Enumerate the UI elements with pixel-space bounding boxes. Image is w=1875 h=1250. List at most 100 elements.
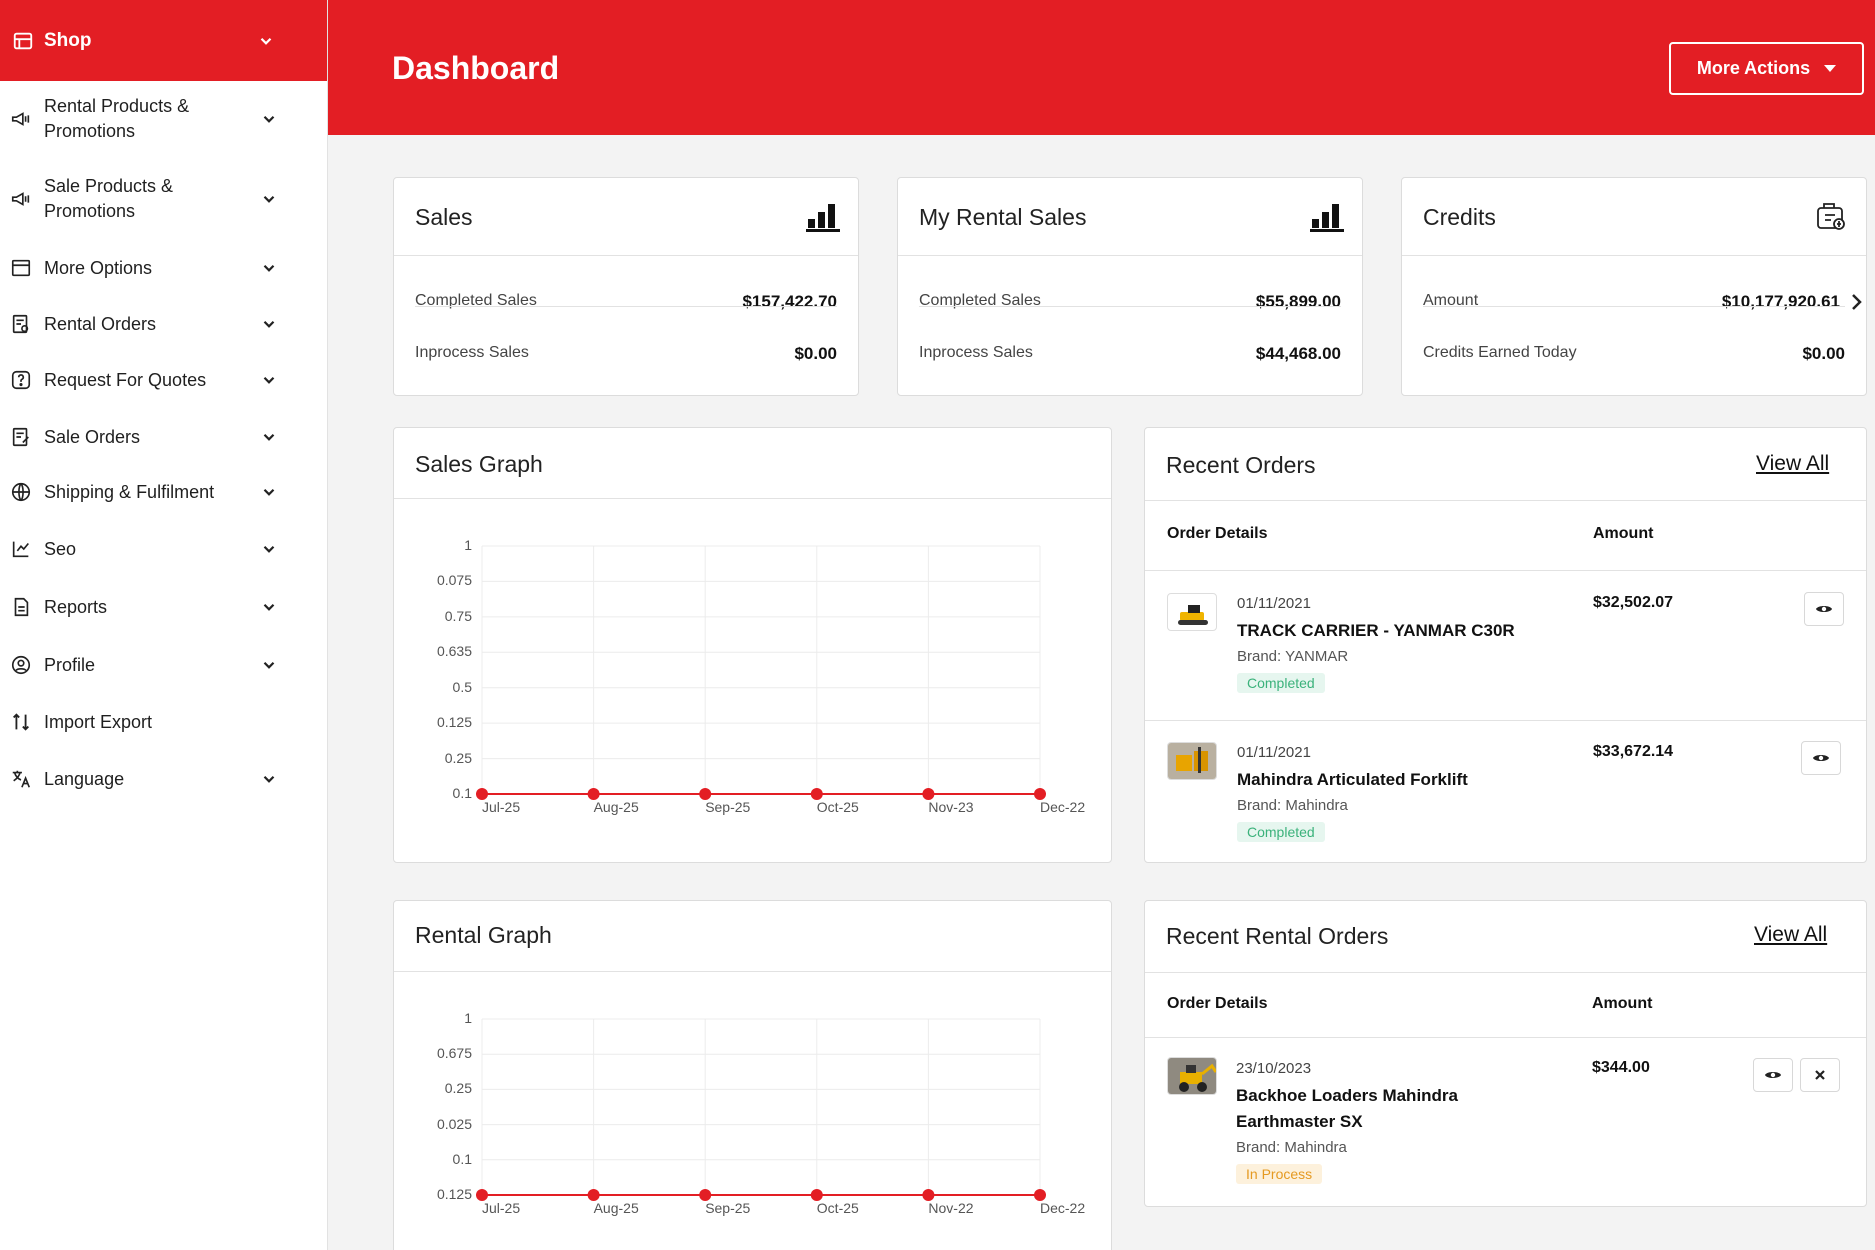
inprocess-sales-row: Inprocess Sales $44,468.00 — [919, 344, 1341, 364]
bar-chart-icon — [1310, 204, 1344, 232]
sidebar-item-rental-orders[interactable]: Rental Orders — [0, 309, 328, 339]
megaphone-icon — [11, 112, 30, 126]
report-icon — [14, 597, 29, 617]
sidebar-item-import-export[interactable]: Import Export — [0, 707, 328, 737]
sidebar-item-rental-products[interactable]: Rental Products & Promotions — [0, 92, 328, 146]
credits-card: Credits Amount $10,177,920.61 Credits Ea… — [1401, 177, 1867, 396]
column-header-details: Order Details — [1167, 525, 1268, 542]
y-tick-label: 0.125 — [436, 714, 472, 731]
y-tick-label: 0.075 — [436, 572, 472, 589]
y-tick-label: 0.025 — [436, 1115, 472, 1132]
sidebar-item-seo[interactable]: Seo — [0, 534, 328, 564]
divider — [1145, 1037, 1866, 1038]
chevron-down-icon[interactable] — [260, 259, 278, 277]
column-header-amount: Amount — [1593, 525, 1654, 542]
recent-orders-panel: Recent Orders View All Order Details Amo… — [1144, 427, 1867, 863]
row-value: $0.00 — [1802, 344, 1845, 363]
chevron-down-icon[interactable] — [260, 110, 278, 128]
sidebar-item-label: Rental Products & Promotions — [44, 96, 190, 141]
megaphone-icon — [11, 192, 30, 206]
chevron-down-icon[interactable] — [260, 770, 278, 788]
shop-icon — [13, 32, 33, 49]
x-tick-label: Sep-25 — [705, 799, 751, 815]
view-order-button[interactable] — [1804, 592, 1844, 626]
row-label: Completed Sales — [415, 292, 537, 309]
seo-icon — [12, 541, 29, 558]
sidebar-item-shop[interactable]: Shop — [0, 0, 327, 81]
completed-sales-row: Completed Sales $157,422.70 — [415, 292, 837, 312]
sidebar-item-sale-orders[interactable]: Sale Orders — [0, 422, 328, 452]
order-product-name: TRACK CARRIER - YANMAR C30R — [1237, 621, 1515, 640]
view-all-link[interactable]: View All — [1754, 923, 1827, 947]
sidebar-item-language[interactable]: Language — [0, 764, 328, 794]
chevron-down-icon[interactable] — [260, 540, 278, 558]
more-actions-button[interactable]: More Actions — [1669, 42, 1864, 95]
language-icon — [12, 770, 31, 788]
chevron-down-icon[interactable] — [260, 656, 278, 674]
sidebar-item-profile[interactable]: Profile — [0, 650, 328, 680]
card-title: Sales — [415, 204, 473, 230]
credits-earned-row: Credits Earned Today $0.00 — [1423, 344, 1845, 364]
sidebar-item-label: Language — [44, 768, 125, 789]
chevron-down-icon[interactable] — [260, 428, 278, 446]
order-date: 23/10/2023 — [1236, 1060, 1312, 1077]
y-tick-label: 0.25 — [444, 749, 472, 766]
x-tick-label: Aug-25 — [593, 799, 639, 815]
sidebar-item-reports[interactable]: Reports — [0, 592, 328, 622]
y-tick-label: 1 — [464, 537, 472, 553]
chevron-down-icon[interactable] — [260, 190, 278, 208]
chevron-down-icon[interactable] — [260, 483, 278, 501]
x-tick-label: Oct-25 — [816, 799, 859, 815]
chevron-down-icon[interactable] — [260, 371, 278, 389]
window-icon — [11, 259, 31, 277]
product-thumbnail — [1167, 742, 1217, 780]
y-tick-label: 0.635 — [436, 643, 472, 660]
line-chart — [476, 1018, 1046, 1201]
chevron-down-icon[interactable] — [257, 32, 275, 50]
y-tick-label: 0.25 — [444, 1080, 472, 1097]
sidebar-item-label: Sale Orders — [44, 426, 141, 447]
order-product-name-cont: Earthmaster SX — [1236, 1112, 1363, 1131]
sidebar-item-request-for-quotes[interactable]: Request For Quotes — [0, 365, 328, 395]
order-product-name: Mahindra Articulated Forklift — [1237, 770, 1468, 789]
order-brand: Brand: YANMAR — [1237, 648, 1349, 665]
sidebar-item-label: Reports — [44, 596, 108, 617]
column-header-details: Order Details — [1167, 995, 1268, 1012]
card-title: My Rental Sales — [919, 204, 1087, 230]
chevron-down-icon[interactable] — [260, 315, 278, 333]
profile-icon — [11, 655, 31, 675]
view-all-link[interactable]: View All — [1756, 452, 1829, 476]
sidebar-item-shipping[interactable]: Shipping & Fulfilment — [0, 477, 328, 507]
product-thumbnail — [1167, 593, 1217, 631]
sidebar-item-more-options[interactable]: More Options — [0, 253, 328, 283]
sales-card: Sales Completed Sales $157,422.70 Inproc… — [393, 177, 859, 396]
chevron-right-icon[interactable] — [1848, 290, 1864, 314]
sidebar-item-sale-products[interactable]: Sale Products & Promotions — [0, 172, 328, 226]
question-icon — [11, 370, 31, 390]
order-date: 01/11/2021 — [1237, 744, 1311, 761]
y-tick-label: 0.125 — [436, 1186, 472, 1202]
divider — [898, 255, 1362, 256]
divider — [1402, 255, 1866, 256]
order-product-name: Backhoe Loaders Mahindra — [1236, 1086, 1459, 1105]
y-tick-label: 0.675 — [436, 1045, 472, 1062]
x-tick-label: Sep-25 — [705, 1200, 751, 1216]
chevron-down-icon[interactable] — [260, 598, 278, 616]
x-tick-label: Jul-25 — [482, 799, 521, 815]
y-tick-label: 0.1 — [452, 785, 472, 801]
order-icon — [12, 314, 29, 334]
divider — [1145, 500, 1866, 501]
view-order-button[interactable] — [1753, 1058, 1793, 1092]
view-order-button[interactable] — [1801, 741, 1841, 775]
inprocess-sales-row: Inprocess Sales $0.00 — [415, 344, 837, 364]
sidebar-item-label: Seo — [44, 538, 77, 559]
amount-row[interactable]: Amount $10,177,920.61 — [1423, 292, 1840, 312]
x-tick-label: Nov-22 — [928, 1200, 974, 1216]
product-thumbnail — [1167, 1057, 1217, 1095]
divider — [394, 255, 858, 256]
sidebar-item-label: Shipping & Fulfilment — [44, 481, 215, 502]
divider — [1145, 570, 1866, 571]
cancel-order-button[interactable] — [1800, 1058, 1840, 1092]
x-tick-label: Dec-22 — [1040, 1200, 1086, 1216]
sidebar-item-label: Shop — [44, 29, 92, 51]
